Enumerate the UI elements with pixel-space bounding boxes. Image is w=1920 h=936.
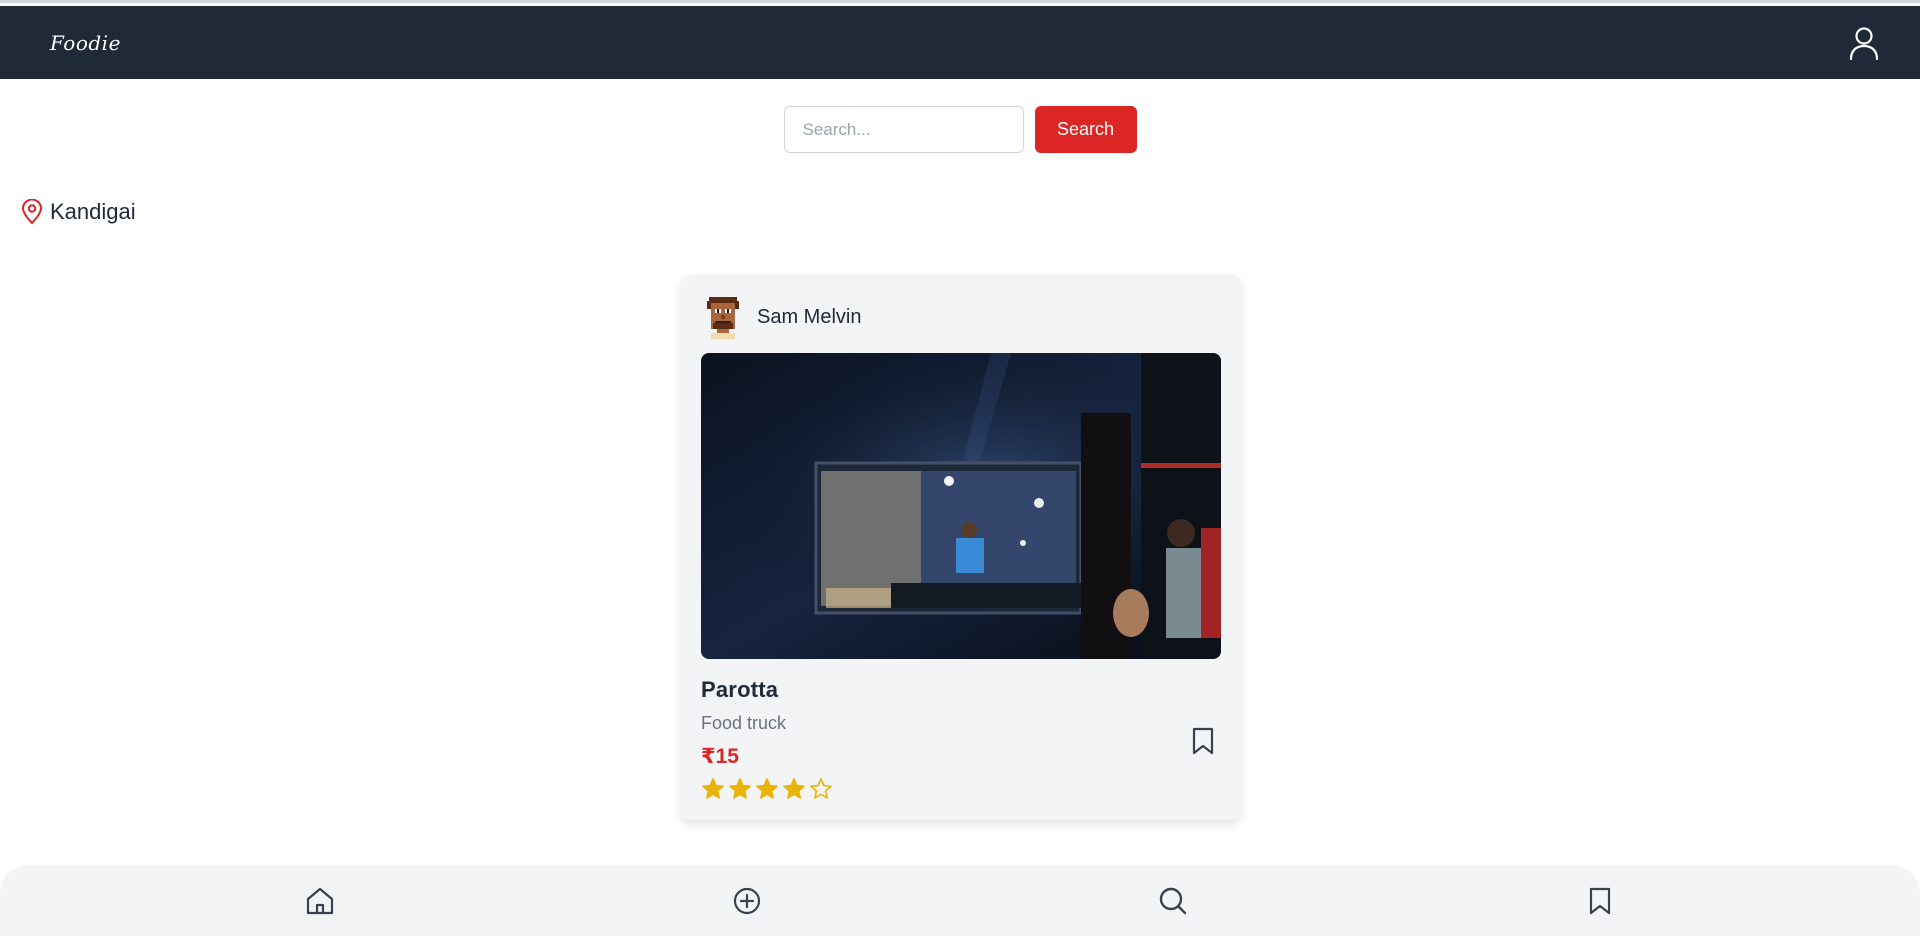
search-button[interactable]: Search	[1034, 106, 1137, 153]
user-icon	[1849, 26, 1879, 60]
top-navbar: Foodie	[0, 6, 1920, 79]
star-filled-icon	[702, 778, 724, 799]
location-name: Kandigai	[50, 199, 136, 224]
search-input[interactable]	[783, 106, 1024, 153]
profile-button[interactable]	[1844, 23, 1884, 63]
star-rating	[701, 777, 1220, 801]
nav-home-button[interactable]	[300, 881, 340, 921]
bookmark-icon	[1192, 727, 1214, 755]
star-filled-icon	[783, 778, 805, 799]
bottom-navigation	[0, 865, 1920, 936]
post-details: Parotta Food truck ₹15	[701, 677, 1220, 801]
nav-bookmarks-button[interactable]	[1580, 881, 1620, 921]
star-filled-icon	[756, 778, 778, 799]
nav-add-button[interactable]	[727, 881, 767, 921]
brand-logo[interactable]: Foodie	[50, 31, 121, 55]
map-pin-icon	[21, 199, 43, 225]
add-icon	[733, 887, 760, 914]
star-empty-icon	[810, 778, 832, 799]
bookmark-button[interactable]	[1186, 721, 1220, 761]
home-icon	[307, 887, 334, 914]
nav-search-button[interactable]	[1153, 881, 1193, 921]
post-header: Sam Melvin	[701, 293, 1220, 341]
avatar	[707, 297, 739, 339]
author-name[interactable]: Sam Melvin	[757, 306, 861, 329]
search-icon	[1160, 887, 1187, 914]
star-filled-icon	[729, 778, 751, 799]
food-photo[interactable]	[701, 353, 1221, 659]
price: ₹15	[701, 745, 739, 768]
bookmark-icon	[1589, 887, 1610, 914]
food-post-card[interactable]: Sam Melvin Parotta Food truck ₹15	[681, 275, 1240, 820]
food-truck-image	[701, 353, 1221, 659]
food-type: Food truck	[701, 713, 787, 733]
search-bar: Search	[0, 106, 1920, 153]
food-name: Parotta	[701, 677, 779, 702]
location-indicator: Kandigai	[20, 199, 136, 225]
